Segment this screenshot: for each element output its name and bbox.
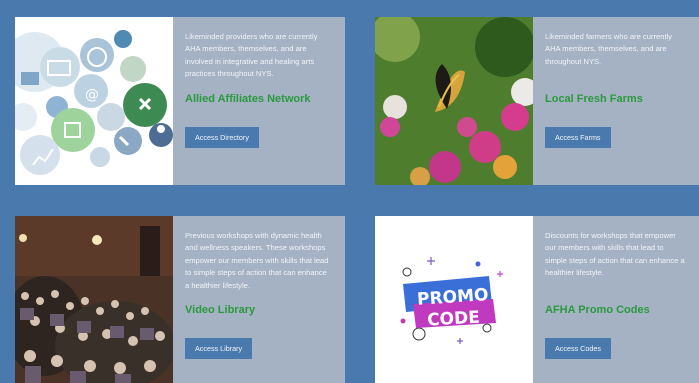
card-title[interactable]: Allied Affiliates Network [185, 93, 311, 105]
card-title[interactable]: AFHA Promo Codes [545, 304, 650, 316]
card-promo-codes: PROMO CODE Discounts for workshops that … [375, 216, 699, 383]
promo-code-image: PROMO CODE [375, 216, 533, 383]
card-description: Likeminded farmers who are currently AHA… [545, 32, 673, 66]
card-description: Likeminded providers who are currently A… [185, 32, 318, 79]
access-directory-button[interactable]: Access Directory [185, 127, 259, 148]
card-body: Discounts for workshops that empower our… [533, 216, 699, 383]
card-title[interactable]: Local Fresh Farms [545, 93, 643, 105]
access-farms-button[interactable]: Access Farms [545, 127, 611, 148]
card-body: Likeminded farmers who are currently AHA… [533, 17, 699, 185]
cart-icon [21, 72, 39, 85]
user-icon [157, 125, 165, 133]
auditorium-audience-image [15, 216, 173, 383]
card-body: Likeminded providers who are currently A… [173, 17, 345, 185]
code-text: CODE [427, 308, 481, 331]
card-local-farms: Likeminded farmers who are currently AHA… [375, 17, 699, 185]
card-description: Previous workshops with dynamic health a… [185, 231, 329, 290]
network-icons-image: @ [15, 17, 173, 185]
card-allied-affiliates: @ Likeminded providers who are currently… [15, 17, 345, 185]
card-body: Previous workshops with dynamic health a… [173, 216, 345, 383]
card-video-library: Previous workshops with dynamic health a… [15, 216, 345, 383]
card-title[interactable]: Video Library [185, 304, 255, 316]
svg-text:@: @ [85, 87, 99, 103]
card-description: Discounts for workshops that empower our… [545, 231, 685, 278]
butterfly-flowers-image [375, 17, 533, 185]
access-codes-button[interactable]: Access Codes [545, 338, 611, 359]
access-library-button[interactable]: Access Library [185, 338, 253, 359]
